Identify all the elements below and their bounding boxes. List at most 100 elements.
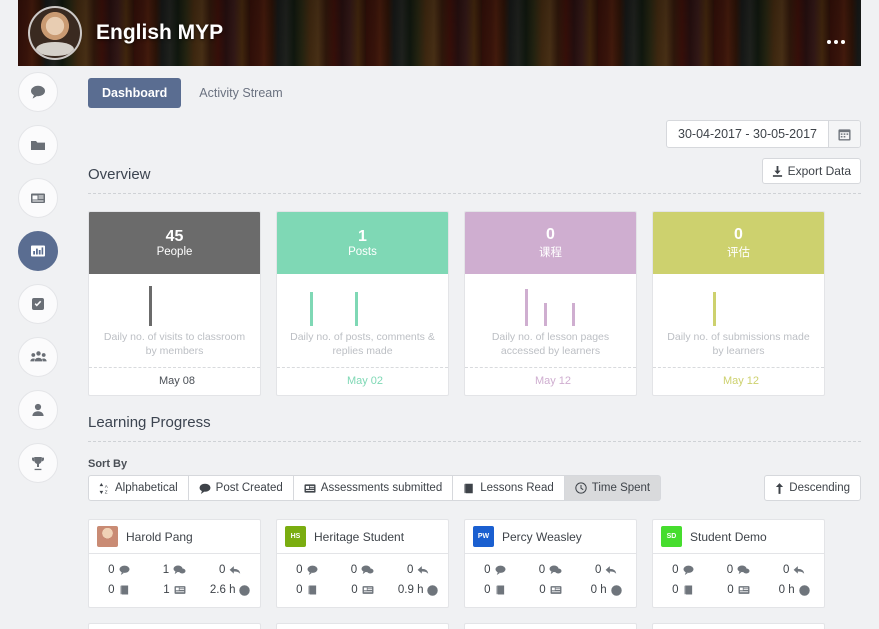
learner-card-header: PW Percy Weasley: [465, 520, 636, 555]
date-range-row: 30-04-2017 - 30-05-2017: [60, 108, 861, 148]
stat-description: Daily no. of posts, comments & replies m…: [290, 331, 435, 358]
learner-card[interactable]: Padma Patil: [464, 623, 637, 629]
learner-stat-value: 0: [782, 564, 790, 577]
stat-card: 45 People Daily no. of visits to classro…: [88, 211, 261, 397]
people-group-icon: [29, 349, 47, 365]
stat-label: 评估: [727, 247, 750, 260]
learner-card-header: Cloe Chung: [89, 624, 260, 629]
learner-stat-icon: [793, 565, 805, 575]
classroom-banner: English MYP: [18, 0, 861, 66]
avatar: HS: [285, 526, 306, 548]
learner-stat-row: 0 0 0 h: [655, 580, 822, 600]
learner-stat-row: 0 0 0 h: [467, 580, 634, 600]
stat-description: Daily no. of lesson pages accessed by le…: [491, 331, 610, 358]
learner-stat: 0.9 h: [390, 580, 446, 600]
learner-stat-icon: [605, 565, 617, 575]
ellipsis-icon[interactable]: [827, 40, 845, 44]
stat-card: 1 Posts Daily no. of posts, comments & r…: [276, 211, 449, 397]
sort-alpha-icon: AZ: [99, 482, 110, 494]
sort-button-label: Assessments submitted: [320, 482, 443, 495]
learner-card-grid: Harold Pang 0 1 0 0 1 2.6 h HS Heritage Student 0…: [60, 501, 861, 629]
stat-label: People: [156, 246, 193, 259]
date-range-picker[interactable]: 30-04-2017 - 30-05-2017: [666, 120, 861, 148]
learner-stat: 0: [335, 560, 391, 580]
learner-stat: 0: [91, 580, 147, 600]
learner-stat: 0: [766, 560, 822, 580]
learner-stat-value: 0: [594, 564, 602, 577]
learner-stat: 0: [91, 560, 147, 580]
date-range-value[interactable]: 30-04-2017 - 30-05-2017: [667, 121, 828, 147]
learner-card[interactable]: SJStudent Jenn: [652, 623, 825, 629]
learner-stat-value: 0: [296, 564, 303, 577]
sort-order-button[interactable]: Descending: [764, 475, 861, 502]
tab-activity-stream[interactable]: Activity Stream: [185, 78, 296, 108]
sort-button-label: Lessons Read: [480, 482, 554, 495]
export-data-button[interactable]: Export Data: [761, 158, 861, 184]
learner-stat-icon: [798, 585, 810, 596]
stat-best-day: May 12: [465, 367, 636, 395]
sidebar-item-groups[interactable]: [18, 337, 58, 377]
learner-card[interactable]: SD Student Demo 0 0 0 0 0 0 h: [652, 519, 825, 609]
learner-card[interactable]: Cedric Deangelo: [276, 623, 449, 629]
learner-stats: 0 1 0 0 1 2.6 h: [89, 554, 260, 607]
overview-section-header: Overview Export Data: [60, 148, 861, 194]
folder-icon: [30, 137, 46, 153]
learner-stat-icon: [610, 585, 622, 596]
trophy-icon: [30, 455, 46, 471]
learner-stat-row: 0 0 0: [467, 560, 634, 580]
learner-stat-icon: [307, 565, 318, 576]
sidebar-item-resources[interactable]: [18, 125, 58, 165]
learner-card[interactable]: Cloe Chung: [88, 623, 261, 629]
learner-stat: 0 h: [766, 580, 822, 600]
sidebar-item-analytics[interactable]: [18, 231, 58, 271]
learner-name: Harold Pang: [126, 529, 193, 544]
sort-button-assessments-submitted[interactable]: Assessments submitted: [293, 475, 454, 502]
learner-stat: 0: [279, 580, 335, 600]
sidebar-item-tasks[interactable]: [18, 284, 58, 324]
sort-button-lessons-read[interactable]: Lessons Read: [453, 475, 565, 502]
sidebar-item-members[interactable]: [18, 390, 58, 430]
learner-card[interactable]: Harold Pang 0 1 0 0 1 2.6 h: [88, 519, 261, 609]
learner-stat-value: 0: [484, 564, 491, 577]
learner-stat-value: 0: [727, 584, 734, 597]
learner-card[interactable]: PW Percy Weasley 0 0 0 0 0 0 h: [464, 519, 637, 609]
sort-button-post-created[interactable]: Post Created: [188, 475, 294, 502]
stat-best-day: May 08: [89, 367, 260, 395]
learner-stat: 0: [523, 580, 579, 600]
learner-stat-icon: [174, 585, 186, 595]
calendar-icon[interactable]: [828, 121, 860, 147]
learner-stat: 0: [202, 560, 258, 580]
sidebar-item-news[interactable]: [18, 178, 58, 218]
learner-card[interactable]: HS Heritage Student 0 0 0 0 0 0.9 h: [276, 519, 449, 609]
learner-stat: 0: [467, 560, 523, 580]
learner-stat-icon: [417, 565, 429, 575]
learning-progress-header: Learning Progress: [60, 396, 861, 443]
sidebar-item-badges[interactable]: [18, 443, 58, 483]
tab-bar: Dashboard Activity Stream: [60, 72, 861, 108]
learner-stat-value: 0: [538, 564, 546, 577]
learner-stat-icon: [307, 585, 318, 595]
stat-card-header: 45 People: [89, 212, 260, 274]
sort-button-label: Time Spent: [591, 482, 651, 495]
learner-stat: 0 h: [578, 580, 634, 600]
learner-stat-value: 0 h: [778, 584, 795, 597]
best-day-value: May 02: [346, 375, 384, 388]
learner-stat: 0: [390, 560, 446, 580]
tab-dashboard[interactable]: Dashboard: [88, 78, 182, 108]
overview-title: Overview: [88, 166, 151, 183]
learner-stat-icon: [239, 585, 251, 596]
sidebar-item-discussions[interactable]: [18, 72, 58, 112]
sort-button-time-spent[interactable]: Time Spent: [564, 475, 662, 502]
book-icon: [463, 483, 475, 494]
avatar: SD: [661, 526, 682, 548]
learner-stat: 0: [335, 580, 391, 600]
learner-card-header: SD Student Demo: [653, 520, 824, 555]
sort-button-label: Post Created: [215, 482, 283, 495]
learner-stat-value: 0: [484, 584, 491, 597]
learner-card-header: Padma Patil: [465, 624, 636, 629]
analytics-dashboard-page: English MYP Dashboard Activity Stream 30…: [0, 0, 879, 629]
overview-stat-cards: 45 People Daily no. of visits to classro…: [60, 194, 861, 397]
sort-button-alphabetical[interactable]: A Z Alphabetical: [88, 475, 189, 502]
download-icon: [772, 165, 783, 177]
learner-stat-icon: [738, 585, 750, 595]
